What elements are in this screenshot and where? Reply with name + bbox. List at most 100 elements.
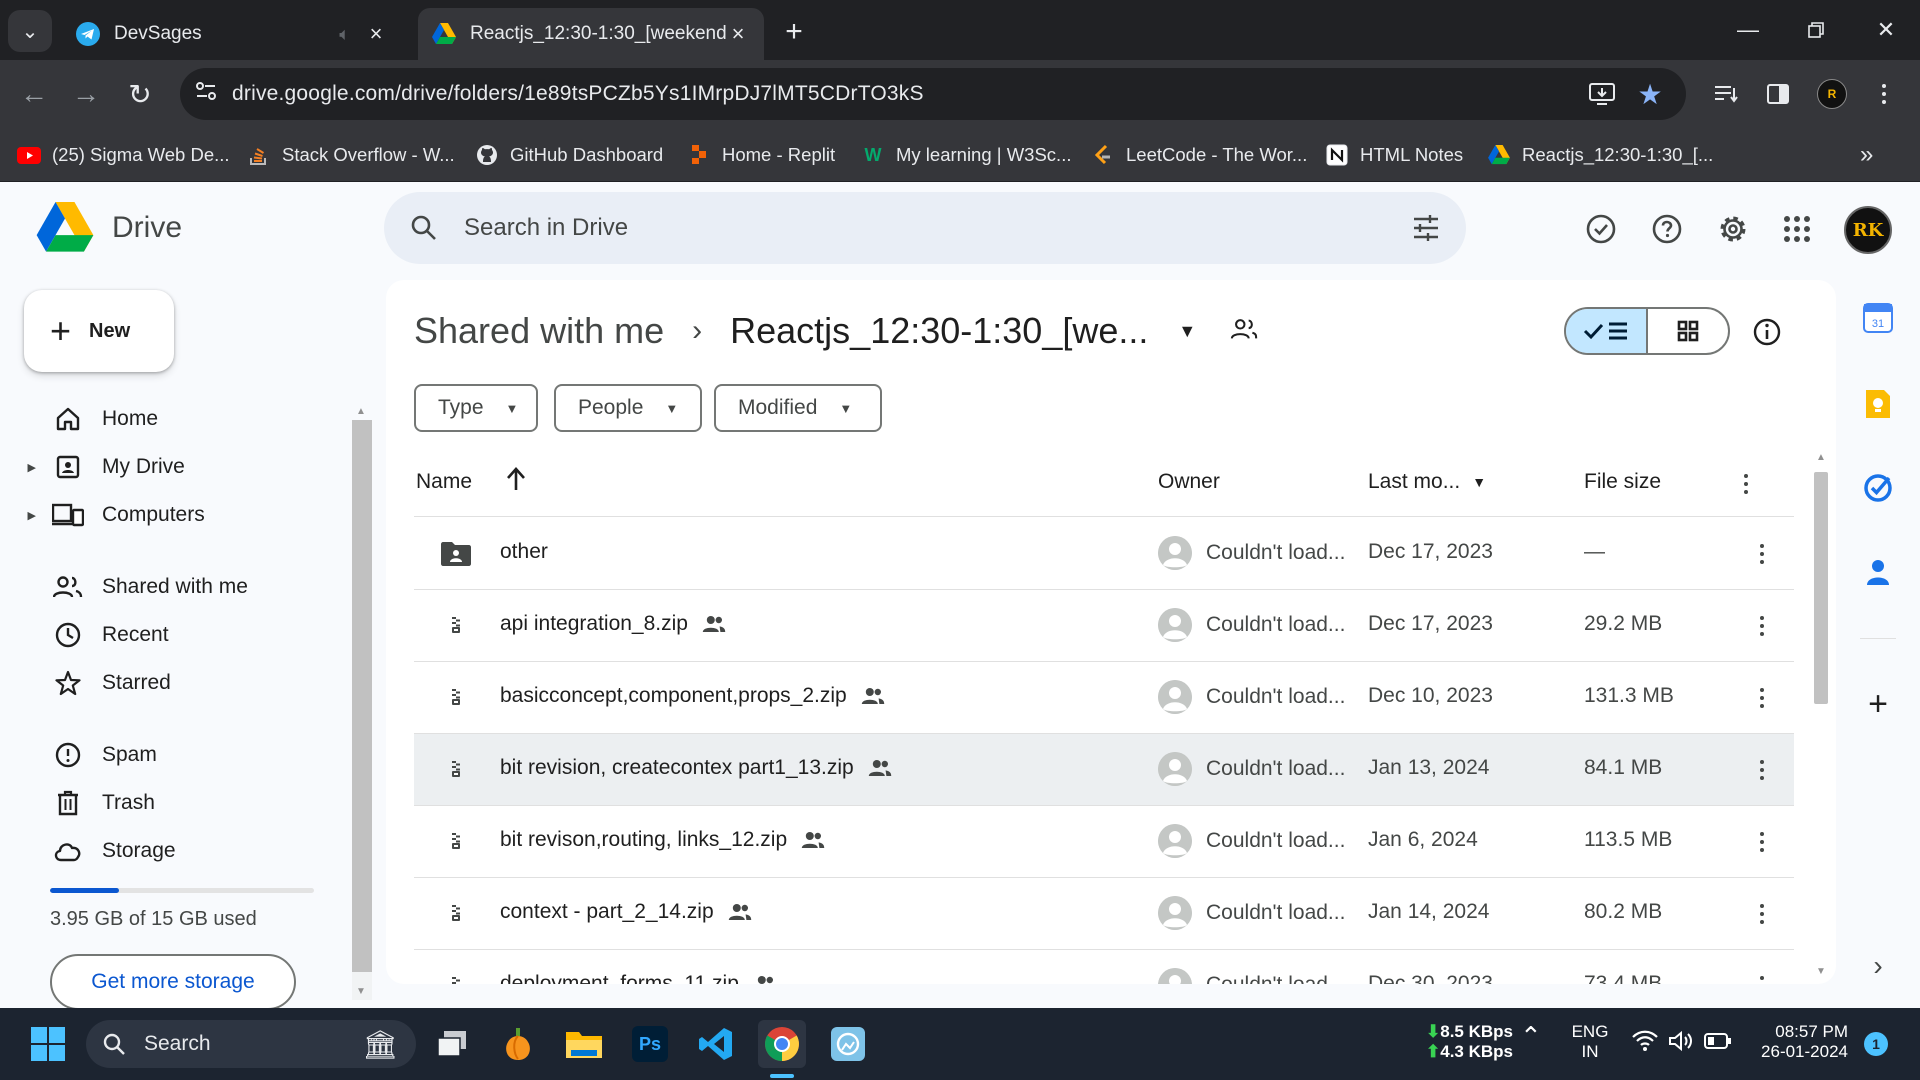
download-arrow-icon: ⬇ (1426, 1022, 1441, 1041)
file-size: 113.5 MB (1584, 828, 1673, 851)
language-code: ENG (1571, 1022, 1609, 1041)
more-actions-icon[interactable] (1744, 896, 1780, 932)
file-row[interactable]: deployment, forms_11.zip Couldn't load...… (414, 950, 1794, 984)
chrome-icon[interactable] (758, 1020, 806, 1068)
more-actions-icon[interactable] (1744, 536, 1780, 572)
svg-text:31: 31 (1872, 318, 1884, 330)
file-list-scrollbar[interactable]: ▲ ▼ (1810, 452, 1832, 982)
file-name-text: bit revision, createcontex part1_13.zip (500, 756, 854, 779)
shared-people-icon (861, 687, 885, 705)
owner-avatar (1158, 680, 1192, 714)
zip-file-icon (440, 610, 472, 642)
shared-people-icon (868, 759, 892, 777)
hide-side-panel-chevron-icon[interactable]: › (1858, 946, 1898, 986)
file-last-modified: Jan 6, 2024 (1368, 828, 1478, 851)
file-owner: Couldn't load... (1158, 680, 1345, 714)
file-row[interactable]: api integration_8.zip Couldn't load... Dec… (414, 590, 1794, 662)
more-actions-icon[interactable] (1744, 608, 1780, 644)
photos-icon[interactable] (824, 1020, 872, 1068)
windows-start-icon[interactable] (24, 1020, 72, 1068)
file-name-text: other (500, 540, 548, 563)
owner-text: Couldn't load... (1206, 541, 1346, 564)
zip-file-icon (440, 826, 472, 858)
owner-avatar (1158, 968, 1192, 984)
tasks-icon[interactable] (1858, 468, 1898, 508)
file-size: 29.2 MB (1584, 612, 1663, 635)
file-name-text: bit revison,routing, links_12.zip (500, 828, 788, 851)
more-actions-icon[interactable] (1744, 824, 1780, 860)
shared-people-icon (801, 831, 825, 849)
file-last-modified: Jan 13, 2024 (1368, 756, 1490, 779)
file-last-modified: Dec 17, 2023 (1368, 612, 1493, 635)
zip-file-icon (440, 898, 472, 930)
upload-speed: 4.3 KBps (1440, 1042, 1513, 1061)
owner-avatar (1158, 608, 1192, 642)
file-name[interactable]: api integration_8.zip (500, 612, 726, 636)
battery-icon[interactable] (1704, 1032, 1732, 1055)
task-view-icon[interactable] (428, 1020, 476, 1068)
file-name[interactable]: bit revison,routing, links_12.zip (500, 828, 825, 852)
clock-date: 26-01-2024 (1761, 1042, 1848, 1061)
file-owner: Couldn't load... (1158, 608, 1345, 642)
taskbar-search-label: Search (144, 1032, 211, 1055)
owner-text: Couldn't load... (1206, 685, 1346, 708)
file-owner: Couldn't load... (1158, 536, 1345, 570)
zip-file-icon (440, 682, 472, 714)
active-app-indicator (770, 1074, 794, 1078)
file-name[interactable]: other (500, 540, 548, 564)
shared-people-icon (753, 975, 777, 984)
more-actions-icon[interactable] (1744, 680, 1780, 716)
file-row[interactable]: bit revision, createcontex part1_13.zip C… (414, 734, 1794, 806)
file-size: 73.4 MB (1584, 972, 1663, 984)
region-code: IN (1581, 1042, 1599, 1061)
speaker-volume-icon[interactable] (1668, 1030, 1694, 1057)
file-name[interactable]: basicconcept,component,props_2.zip (500, 684, 885, 708)
contacts-icon[interactable] (1858, 552, 1898, 592)
vscode-icon[interactable] (692, 1020, 740, 1068)
scroll-down-arrow-icon[interactable]: ▼ (1816, 966, 1826, 977)
wifi-icon[interactable] (1632, 1030, 1658, 1057)
file-name[interactable]: context - part_2_14.zip (500, 900, 752, 924)
file-size: 84.1 MB (1584, 756, 1663, 779)
clock[interactable]: 08:57 PM 26-01-2024 (1752, 1022, 1848, 1062)
owner-text: Couldn't load... (1206, 613, 1346, 636)
owner-text: Couldn't load... (1206, 829, 1346, 852)
more-actions-icon[interactable] (1744, 968, 1780, 984)
scroll-down-arrow-icon[interactable]: ▼ (356, 986, 366, 997)
owner-avatar (1158, 896, 1192, 930)
scrollbar-thumb[interactable] (1814, 472, 1828, 704)
owner-avatar (1158, 752, 1192, 786)
shared-people-icon (728, 903, 752, 921)
photoshop-icon[interactable]: Ps (626, 1020, 674, 1068)
download-speed: 8.5 KBps (1440, 1022, 1513, 1041)
get-add-ons-plus-icon[interactable]: + (1858, 684, 1898, 724)
calendar-icon[interactable]: 31 (1858, 298, 1898, 338)
divider (1860, 638, 1896, 639)
file-explorer-icon[interactable] (560, 1020, 608, 1068)
owner-avatar (1158, 824, 1192, 858)
file-owner: Couldn't load... (1158, 968, 1345, 984)
file-row[interactable]: basicconcept,component,props_2.zip Couldn… (414, 662, 1794, 734)
more-actions-icon[interactable] (1744, 752, 1780, 788)
search-highlight-icon: 🏛︎ (362, 1028, 398, 1060)
file-name-text: basicconcept,component,props_2.zip (500, 684, 847, 707)
owner-text: Couldn't load... (1206, 901, 1346, 924)
notification-count-badge[interactable]: 1 (1864, 1032, 1888, 1056)
fl-studio-icon[interactable] (494, 1020, 542, 1068)
file-row[interactable]: bit revison,routing, links_12.zip Couldn'… (414, 806, 1794, 878)
file-last-modified: Dec 17, 2023 (1368, 540, 1493, 563)
scroll-up-arrow-icon[interactable]: ▲ (1816, 452, 1826, 463)
owner-avatar (1158, 536, 1192, 570)
input-language-indicator[interactable]: ENG IN (1570, 1022, 1610, 1062)
file-row[interactable]: context - part_2_14.zip Couldn't load... J… (414, 878, 1794, 950)
file-name[interactable]: bit revision, createcontex part1_13.zip (500, 756, 892, 780)
show-hidden-icons-chevron-icon[interactable]: ⌃ (1520, 1023, 1542, 1049)
owner-text: Couldn't load... (1206, 973, 1345, 984)
keep-icon[interactable] (1858, 384, 1898, 424)
owner-text: Couldn't load... (1206, 757, 1346, 780)
taskbar-search-box[interactable]: Search 🏛︎ (86, 1020, 416, 1068)
file-name[interactable]: deployment, forms_11.zip (500, 972, 777, 984)
file-row[interactable]: other Couldn't load... Dec 17, 2023 — (414, 518, 1794, 590)
file-name-text: context - part_2_14.zip (500, 900, 714, 923)
file-last-modified: Dec 30, 2023 (1368, 972, 1493, 984)
